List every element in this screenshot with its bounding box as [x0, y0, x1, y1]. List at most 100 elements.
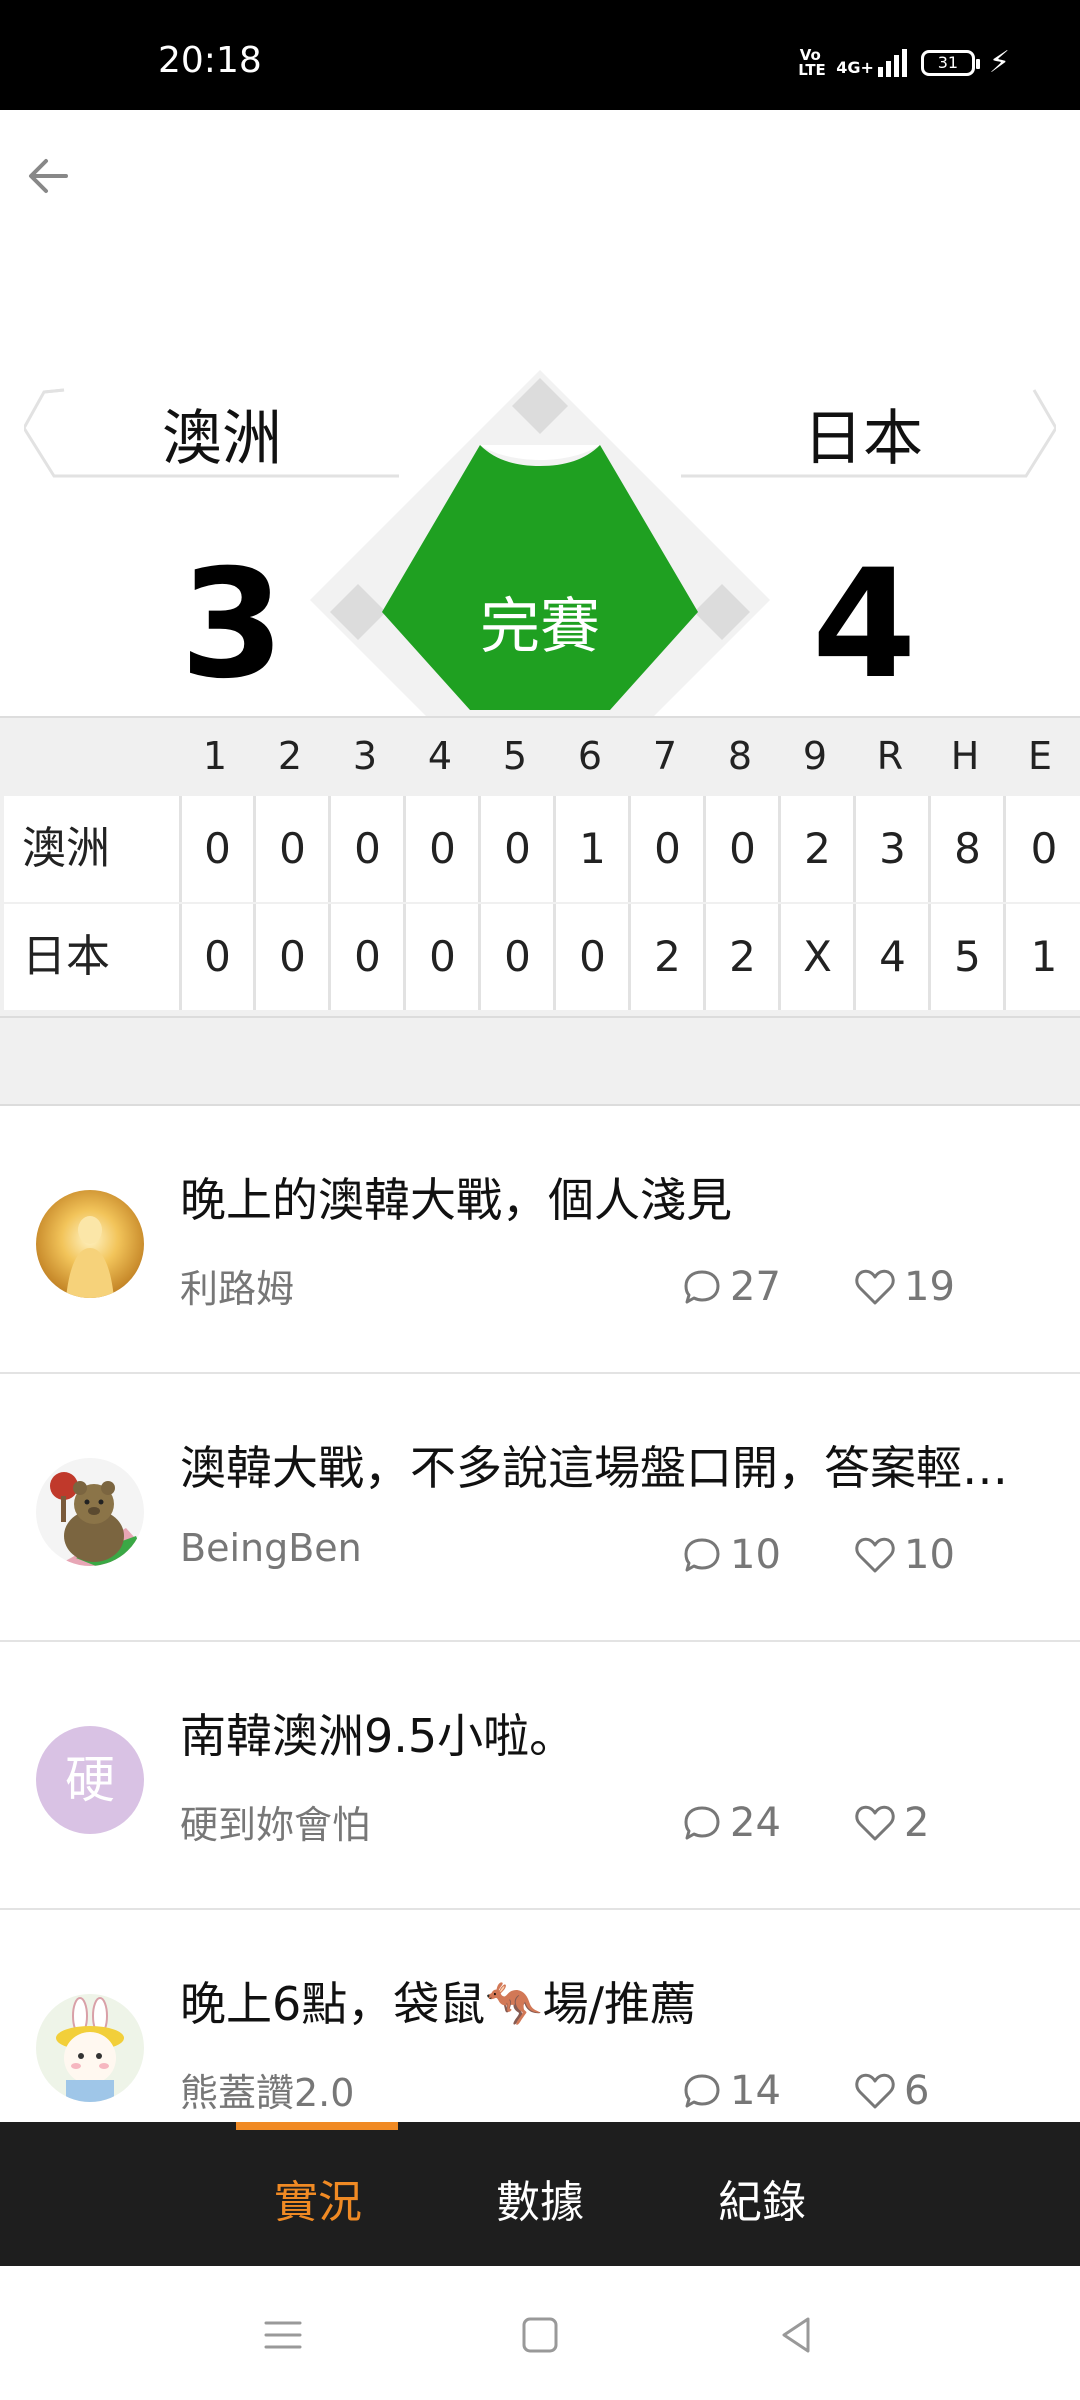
post-title[interactable]: 晚上的澳韓大戰，個人淺見	[180, 1164, 1050, 1230]
score-cell: 0	[1030, 824, 1058, 873]
game-status-label: 完賽	[480, 592, 600, 662]
home-score: 3	[180, 538, 285, 712]
back-triangle-icon[interactable]	[772, 2310, 822, 2360]
active-tab-indicator	[236, 2122, 398, 2130]
line-score-row: 澳洲 0 0 0 0 0 1 0 0 2 3 8 0	[4, 796, 1080, 902]
home-team-name: 澳洲	[162, 404, 282, 474]
avatar-letter: 硬	[65, 1751, 115, 1809]
heart-icon[interactable]	[854, 2071, 896, 2111]
game-scoreboard: 澳洲 日本 3 4 完賽	[0, 350, 1080, 720]
post-author[interactable]: 利路姆	[180, 1258, 294, 1313]
header-cell: R	[876, 734, 904, 778]
post-title[interactable]: 澳韓大戰，不多說這場盤口開，答案輕…	[180, 1432, 1050, 1498]
heart-icon[interactable]	[854, 1803, 896, 1843]
header-cell: 5	[502, 734, 528, 778]
score-cell: 0	[407, 796, 481, 902]
header-cell: 2	[277, 734, 303, 778]
like-count-value: 6	[904, 2068, 930, 2114]
header-cell: 1	[202, 734, 228, 778]
post-author[interactable]: 熊蓋讚2.0	[180, 2062, 354, 2117]
score-cell: 0	[182, 796, 256, 902]
score-cell: 0	[707, 796, 781, 902]
score-cell: 4	[857, 904, 931, 1010]
comment-count-value: 10	[730, 1532, 781, 1578]
score-cell: 0	[482, 796, 556, 902]
system-navigation-bar	[0, 2266, 1080, 2400]
score-cell: 0	[557, 904, 631, 1010]
post-author[interactable]: BeingBen	[180, 1526, 362, 1570]
comment-bubble-icon	[684, 2074, 720, 2108]
score-cell: 0	[332, 904, 406, 1010]
bunny-avatar[interactable]	[36, 1994, 144, 2102]
like-count-value: 2	[904, 1800, 930, 1846]
volte-indicator: Vo LTE	[798, 46, 826, 79]
post-item[interactable]: 澳韓大戰，不多說這場盤口開，答案輕… BeingBen 10 10	[0, 1374, 1080, 1642]
network-type: 4G+	[836, 58, 874, 77]
letter-avatar[interactable]: 硬	[36, 1726, 144, 1834]
line-score-row: 日本 0 0 0 0 0 0 2 2 X 4 5 1	[4, 904, 1080, 1010]
post-item[interactable]: 晚上的澳韓大戰，個人淺見 利路姆 27 19	[0, 1106, 1080, 1374]
like-count[interactable]: 6	[854, 2068, 929, 2114]
comment-count: 14	[682, 2068, 781, 2114]
back-arrow-icon[interactable]	[22, 150, 74, 202]
score-cell: 0	[257, 904, 331, 1010]
line-score-header: 1 2 3 4 5 6 7 8 9 R H E	[0, 718, 1080, 796]
tab-records[interactable]: 紀錄	[682, 2166, 842, 2230]
section-divider	[0, 1016, 1080, 1106]
row-team-name: 日本	[4, 904, 182, 1010]
post-author[interactable]: 硬到妳會怕	[180, 1794, 370, 1849]
comment-bubble-icon	[684, 1806, 720, 1840]
score-cell: 1	[557, 796, 631, 902]
header-cell: E	[1027, 734, 1052, 778]
score-cell: 1	[1030, 932, 1058, 981]
comment-count: 27	[682, 1264, 781, 1310]
comment-bubble-icon	[684, 1270, 720, 1304]
system-icons: Vo LTE 4G+ 31 ⚡	[798, 48, 1010, 78]
like-count[interactable]: 2	[854, 1800, 929, 1846]
score-cell: 2	[782, 796, 856, 902]
bear-avatar[interactable]	[36, 1458, 144, 1566]
menu-icon[interactable]	[258, 2310, 308, 2360]
score-cell: 0	[482, 904, 556, 1010]
battery-icon: 31	[920, 50, 980, 76]
charging-icon: ⚡	[988, 45, 1010, 80]
score-cell: 2	[632, 904, 706, 1010]
comment-count: 10	[682, 1532, 781, 1578]
header-cell: 3	[352, 734, 378, 778]
score-cell: 0	[407, 904, 481, 1010]
heart-icon[interactable]	[854, 1267, 896, 1307]
comment-count-value: 27	[730, 1264, 781, 1310]
post-title[interactable]: 晚上6點，袋鼠🦘場/推薦	[180, 1968, 1050, 2034]
comment-count-value: 14	[730, 2068, 781, 2114]
header-cell: H	[950, 734, 980, 778]
post-item[interactable]: 硬 南韓澳洲9.5小啦。 硬到妳會怕 24 2	[0, 1642, 1080, 1910]
header-cell: 9	[802, 734, 828, 778]
tab-stats[interactable]: 數據	[460, 2166, 620, 2230]
row-team-name: 澳洲	[4, 796, 182, 902]
away-score: 4	[812, 538, 917, 712]
score-cell: X	[782, 904, 856, 1010]
score-cell: 3	[857, 796, 931, 902]
post-title[interactable]: 南韓澳洲9.5小啦。	[180, 1700, 1050, 1766]
golden-figure-avatar[interactable]	[36, 1190, 144, 1298]
score-cell: 8	[932, 796, 1006, 902]
signal-icon: 4G+	[836, 49, 907, 77]
comment-bubble-icon	[684, 1538, 720, 1572]
status-time: 20:18	[158, 40, 262, 81]
score-cell: 5	[932, 904, 1006, 1010]
header-cell: 6	[577, 734, 603, 778]
like-count[interactable]: 19	[854, 1264, 955, 1310]
home-square-icon[interactable]	[515, 2310, 565, 2360]
header-cell: 4	[427, 734, 453, 778]
score-cell: 0	[332, 796, 406, 902]
battery-level: 31	[937, 53, 959, 72]
heart-icon[interactable]	[854, 1535, 896, 1575]
away-team-name: 日本	[803, 404, 923, 474]
comment-count-value: 24	[730, 1800, 781, 1846]
bottom-tab-bar: 實況 數據 紀錄	[0, 2122, 1080, 2266]
like-count-value: 19	[904, 1264, 955, 1310]
line-score-table: 1 2 3 4 5 6 7 8 9 R H E 澳洲 0 0 0 0 0 1 0…	[0, 716, 1080, 1016]
score-cell: 0	[632, 796, 706, 902]
tab-live[interactable]: 實況	[238, 2166, 398, 2230]
like-count[interactable]: 10	[854, 1532, 955, 1578]
